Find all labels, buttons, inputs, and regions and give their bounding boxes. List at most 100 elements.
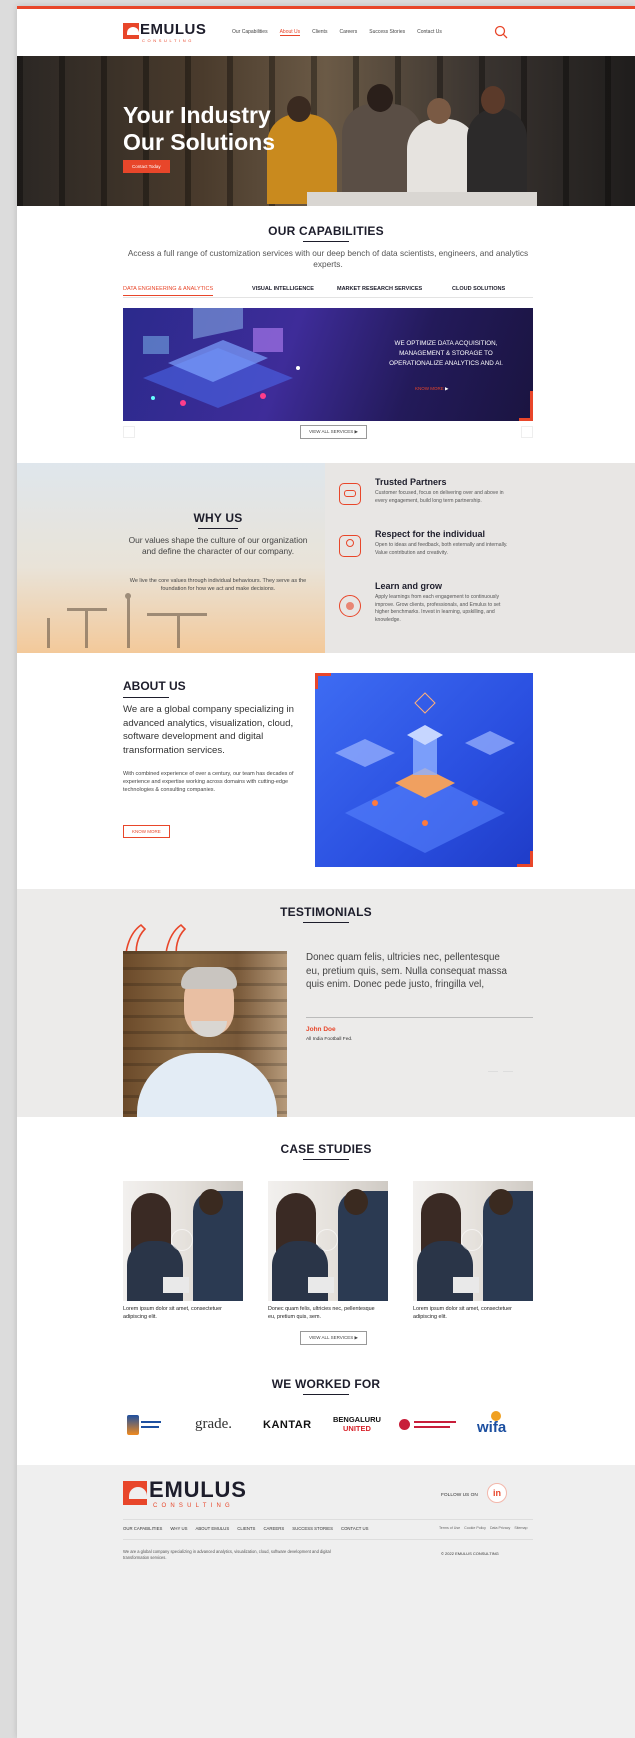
clients-section: WE WORKED FOR grade. KANTAR BENGALURU UN… (17, 1353, 635, 1465)
testimonial-quote: Donec quam felis, ultricies nec, pellent… (306, 952, 507, 991)
case-studies-view-all-button[interactable]: VIEW ALL SERVICES ▶ (300, 1331, 368, 1345)
case-study-image (268, 1181, 388, 1301)
footer-link-careers[interactable]: CAREERS (263, 1526, 284, 1531)
contact-today-button[interactable]: Contact Today (123, 160, 170, 173)
case-study-image (123, 1181, 243, 1301)
case-study-card[interactable]: Lorem ipsum dolor sit amet, consectetuer… (123, 1181, 243, 1331)
hero-banner: Your Industry Our Solutions Contact Toda… (17, 56, 635, 206)
legal-sitemap[interactable]: Sitemap (514, 1526, 527, 1530)
footer-divider (123, 1539, 533, 1540)
nav-clients[interactable]: Clients (312, 29, 327, 36)
page: EMULUS CONSULTING Our Capabilities About… (17, 6, 635, 1738)
hero-heading: Your Industry Our Solutions (123, 102, 275, 156)
hero-line-2: Our Solutions (123, 129, 276, 155)
capabilities-tabs: DATA ENGINEERING & ANALYTICS VISUAL INTE… (123, 286, 533, 298)
case-study-card[interactable]: Donec quam felis, ultricies nec, pellent… (268, 1181, 388, 1331)
value-title: Trusted Partners (375, 477, 447, 487)
legal-cookie[interactable]: Cookie Policy (464, 1526, 486, 1530)
logo-sub: CONSULTING (142, 38, 194, 43)
play-circle-icon (316, 1229, 338, 1251)
logo-kantar: KANTAR (263, 1419, 312, 1431)
football-federation-logo-icon (127, 1415, 139, 1435)
play-icon: ▶ (354, 1335, 359, 1340)
illustration-corner-accent (315, 673, 331, 689)
testimonial-role: All India Football Fed. (306, 1037, 353, 1042)
about-body: With combined experience of over a centu… (123, 771, 294, 793)
play-circle-icon (461, 1229, 483, 1251)
banner-know-more-link[interactable]: KNOW MORE ▶ (415, 386, 448, 392)
tab-data-engineering[interactable]: DATA ENGINEERING & ANALYTICS (123, 286, 214, 296)
testimonial-prev-arrow[interactable] (488, 1071, 498, 1072)
case-studies-section: CASE STUDIES Lorem ipsum dolor sit amet,… (17, 1117, 635, 1353)
footer-logo[interactable]: EMULUS CONSULTING (123, 1477, 253, 1513)
copyright: © 2022 EMULUS CONSULTING (441, 1551, 499, 1556)
value-learn-grow: Learn and grow Apply learnings from each… (339, 581, 539, 647)
main-nav: Our Capabilities About Us Clients Career… (232, 29, 442, 36)
case-study-card[interactable]: Lorem ipsum dolor sit amet, consectetuer… (413, 1181, 533, 1331)
capabilities-intro: Access a full range of customization ser… (127, 248, 529, 269)
legal-terms[interactable]: Terms of Use (439, 1526, 460, 1530)
tab-cloud-solutions[interactable]: CLOUD SOLUTIONS (452, 286, 505, 292)
platform-illustration (335, 692, 515, 853)
about-know-more-button[interactable]: KNOW MORE (123, 825, 170, 838)
case-study-caption: Lorem ipsum dolor sit amet, consectetuer… (413, 1306, 512, 1320)
legal-privacy[interactable]: Data Privacy (490, 1526, 510, 1530)
nav-careers[interactable]: Careers (339, 29, 357, 36)
value-text: Open to ideas and feedback, both externa… (375, 542, 508, 556)
hero-line-1: Your Industry (123, 102, 271, 128)
footer-link-why-us[interactable]: WHY US (170, 1526, 187, 1531)
capabilities-section: OUR CAPABILITIES Access a full range of … (17, 206, 635, 463)
testimonial-photo (123, 951, 287, 1117)
nav-about-us[interactable]: About Us (279, 29, 301, 36)
footer-blurb: We are a global company specializing in … (123, 1549, 331, 1560)
prev-arrow-icon[interactable] (123, 426, 135, 438)
linkedin-icon[interactable]: in (487, 1483, 507, 1503)
nav-contact-us[interactable]: Contact Us (417, 29, 442, 36)
play-icon: ▶ (445, 386, 449, 391)
follow-us-label: FOLLOW US ON (441, 1493, 478, 1498)
case-studies-title: CASE STUDIES (280, 1142, 372, 1156)
why-us-title: WHY US (193, 511, 243, 525)
about-illustration (315, 673, 533, 867)
nav-our-capabilities[interactable]: Our Capabilities (232, 29, 268, 36)
why-us-lead: Our values shape the culture of our orga… (128, 535, 308, 556)
footer-logo-sub: CONSULTING (153, 1503, 234, 1509)
logo[interactable]: EMULUS CONSULTING (123, 21, 207, 43)
footer-link-clients[interactable]: CLIENTS (237, 1526, 255, 1531)
footer-link-success-stories[interactable]: SUCCESS STORIES (292, 1526, 333, 1531)
logo-bengaluru-united: BENGALURU UNITED (333, 1415, 381, 1433)
value-respect-individual: Respect for the individual Open to ideas… (339, 529, 539, 579)
footer-nav: OUR CAPABILITIES WHY US ABOUT EMULUS CLI… (123, 1526, 369, 1531)
play-circle-icon (171, 1229, 193, 1251)
illustration-corner-accent (517, 851, 533, 867)
header: EMULUS CONSULTING Our Capabilities About… (17, 9, 635, 56)
search-icon[interactable] (494, 25, 508, 39)
nav-success-stories[interactable]: Success Stories (369, 29, 405, 36)
silhouettes-illustration (47, 593, 207, 648)
tab-visual-intelligence[interactable]: VISUAL INTELLIGENCE (252, 286, 314, 292)
about-lead: We are a global company specializing in … (123, 704, 295, 756)
testimonials-title-underline (303, 922, 349, 923)
capabilities-title-underline (303, 241, 349, 242)
tab-market-research[interactable]: MARKET RESEARCH SERVICES (337, 286, 422, 292)
next-arrow-icon[interactable] (521, 426, 533, 438)
footer: EMULUS CONSULTING FOLLOW US ON in OUR CA… (17, 1465, 635, 1738)
banner-text: WE OPTIMIZE DATA ACQUISITION, MANAGEMENT… (389, 340, 503, 367)
footer-link-about[interactable]: ABOUT EMULUS (195, 1526, 229, 1531)
case-study-caption: Lorem ipsum dolor sit amet, consectetuer… (123, 1306, 222, 1320)
hero-people-image (247, 74, 577, 206)
logo-grade: grade. (195, 1416, 233, 1432)
footer-link-capabilities[interactable]: OUR CAPABILITIES (123, 1526, 162, 1531)
value-title: Learn and grow (375, 581, 443, 591)
footer-link-contact[interactable]: CONTACT US (341, 1526, 369, 1531)
logo-name: EMULUS (140, 21, 207, 38)
play-icon: ▶ (354, 429, 359, 434)
case-studies-title-underline (303, 1159, 349, 1160)
testimonial-next-arrow[interactable] (503, 1071, 513, 1072)
view-all-services-button[interactable]: VIEW ALL SERVICES ▶ (300, 425, 368, 439)
banner-corner-accent (519, 391, 533, 421)
why-us-title-underline (198, 528, 238, 529)
value-text: Apply learnings from each engagement to … (375, 594, 501, 623)
capabilities-banner: WE OPTIMIZE DATA ACQUISITION, MANAGEMENT… (123, 308, 533, 421)
case-study-caption: Donec quam felis, ultricies nec, pellent… (268, 1306, 375, 1320)
